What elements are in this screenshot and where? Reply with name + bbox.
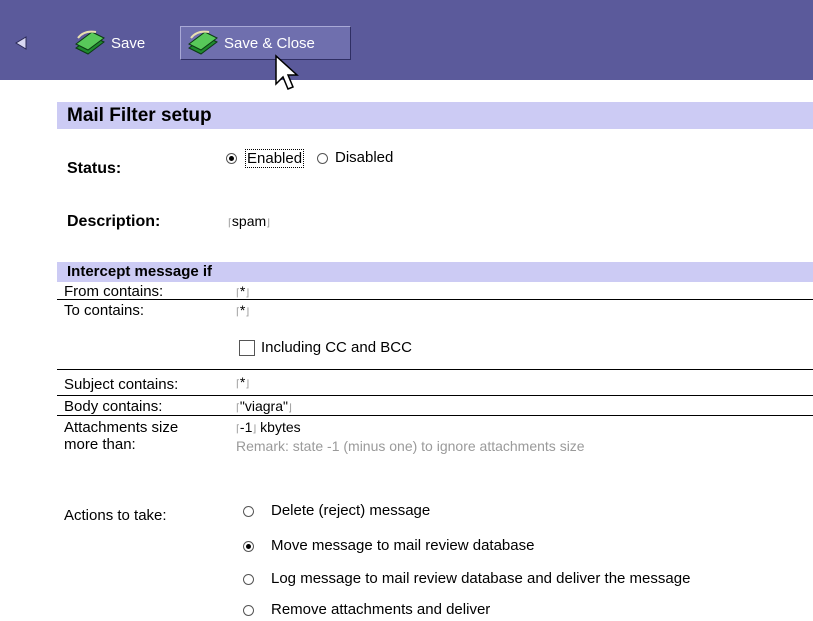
subject-contains-label: Subject contains:: [64, 376, 179, 393]
save-icon: [75, 30, 105, 55]
actions-label: Actions to take:: [64, 507, 167, 524]
field-close-marker-icon: ⌋: [245, 379, 250, 390]
action-move-radio[interactable]: [243, 541, 254, 552]
row-divider: [57, 415, 813, 416]
action-delete-radio[interactable]: [243, 506, 254, 517]
form-title: Mail Filter setup: [57, 102, 813, 129]
attachments-size-label-line2: more than:: [64, 436, 136, 453]
field-close-marker-icon: ⌋: [287, 403, 292, 414]
action-move-label[interactable]: Move message to mail review database: [271, 537, 534, 554]
row-divider: [57, 395, 813, 396]
body-contains-value: "viagra": [239, 398, 288, 414]
status-enabled-radio[interactable]: [226, 153, 237, 164]
body-contains-label: Body contains:: [64, 398, 163, 415]
row-divider: [57, 369, 813, 370]
save-button[interactable]: Save: [70, 26, 172, 60]
action-toolbar: Save Save & Close: [0, 0, 813, 80]
to-contains-field[interactable]: ⌈*⌋: [236, 302, 249, 318]
action-remove-attachments-label[interactable]: Remove attachments and deliver: [271, 601, 490, 618]
body-contains-field[interactable]: ⌈"viagra"⌋: [236, 398, 292, 414]
description-value: spam: [231, 213, 267, 229]
subject-contains-field[interactable]: ⌈*⌋: [236, 374, 249, 390]
action-delete-label[interactable]: Delete (reject) message: [271, 502, 430, 519]
save-and-close-button[interactable]: Save & Close: [180, 26, 351, 60]
status-disabled-label[interactable]: Disabled: [335, 149, 393, 166]
mouse-cursor-icon: [275, 54, 299, 90]
description-field[interactable]: ⌈spam⌋: [228, 213, 270, 229]
field-close-marker-icon: ⌋: [266, 218, 271, 229]
back-arrow-icon[interactable]: [12, 35, 30, 51]
save-label: Save: [111, 34, 146, 52]
to-contains-label: To contains:: [64, 302, 145, 319]
row-divider: [57, 299, 813, 300]
from-contains-label: From contains:: [64, 283, 164, 300]
action-log-deliver-label[interactable]: Log message to mail review database and …: [271, 570, 690, 587]
including-cc-bcc-checkbox[interactable]: [239, 340, 255, 356]
save-and-close-label: Save & Close: [224, 34, 315, 52]
attachments-remark: Remark: state -1 (minus one) to ignore a…: [236, 438, 585, 454]
intercept-section-header: Intercept message if: [57, 262, 813, 282]
field-close-marker-icon: ⌋: [245, 307, 250, 318]
attachments-size-value: -1: [239, 419, 253, 435]
attachments-size-label-line1: Attachments size: [64, 419, 179, 436]
attachments-size-unit: kbytes: [260, 419, 301, 435]
status-label: Status:: [67, 160, 122, 177]
from-contains-field[interactable]: ⌈*⌋: [236, 283, 249, 299]
status-disabled-radio[interactable]: [317, 153, 328, 164]
attachments-size-label: Attachments size more than:: [64, 419, 178, 453]
field-close-marker-icon: ⌋: [245, 288, 250, 299]
including-cc-bcc-label[interactable]: Including CC and BCC: [261, 339, 412, 356]
field-close-marker-icon: ⌋: [252, 424, 257, 435]
action-log-deliver-radio[interactable]: [243, 574, 254, 585]
attachments-size-field[interactable]: ⌈-1⌋ kbytes: [236, 419, 301, 435]
save-icon: [188, 30, 218, 55]
description-label: Description:: [67, 213, 161, 230]
action-remove-attachments-radio[interactable]: [243, 605, 254, 616]
status-enabled-label[interactable]: Enabled: [245, 149, 305, 168]
